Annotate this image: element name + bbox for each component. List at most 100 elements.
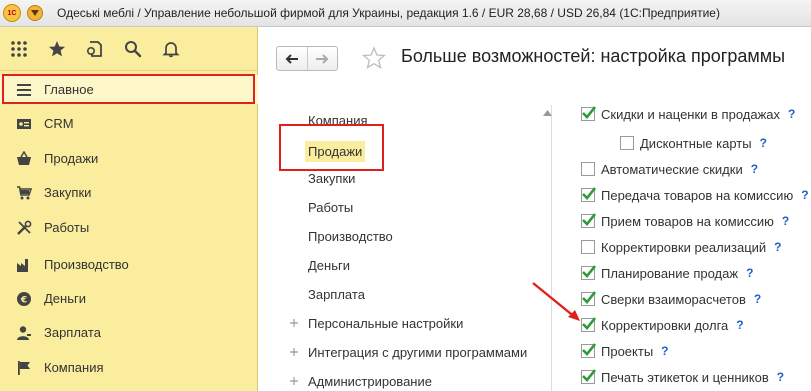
checkbox-checked[interactable] — [581, 317, 596, 332]
forward-button[interactable] — [308, 47, 338, 70]
sidebar-item-label: CRM — [44, 116, 74, 131]
help-link[interactable]: ? — [774, 240, 781, 254]
option-label-printing[interactable]: Печать этикеток и ценников ? — [581, 368, 784, 386]
help-link[interactable]: ? — [777, 370, 784, 384]
section-administration[interactable]: Администрирование — [308, 374, 432, 389]
option-label: Печать этикеток и ценников — [601, 369, 769, 385]
option-label: Планирование продаж — [601, 265, 739, 281]
window-title: Одеські меблі / Управление небольшой фир… — [57, 6, 720, 20]
option-label: Дисконтные карты — [640, 135, 752, 151]
option-commission-out[interactable]: Передача товаров на комиссию ? — [581, 186, 809, 204]
option-sales-planning[interactable]: Планирование продаж ? — [581, 264, 753, 282]
sidebar-item-label: Закупки — [44, 185, 92, 200]
section-sales[interactable]: Продажи — [305, 141, 366, 162]
sidebar-item-label: Зарплата — [44, 325, 101, 340]
person-icon — [15, 324, 33, 342]
options-list: Скидки и наценки в продажах ? Дисконтные… — [568, 105, 811, 391]
star-icon[interactable] — [48, 40, 66, 58]
help-link[interactable]: ? — [754, 292, 761, 306]
help-link[interactable]: ? — [801, 188, 808, 202]
option-reconciliations[interactable]: Сверки взаиморасчетов ? — [581, 290, 761, 308]
search-icon[interactable] — [124, 40, 142, 58]
sidebar-item-label: Продажи — [44, 151, 99, 166]
option-label: Передача товаров на комиссию — [601, 187, 794, 203]
option-auto-discounts[interactable]: Автоматические скидки ? — [581, 160, 758, 178]
option-debt-corrections[interactable]: Корректировки долга ? — [581, 316, 744, 334]
section-company[interactable]: Компания — [308, 113, 368, 128]
sidebar-item-label: Работы — [44, 220, 90, 235]
expand-plus-icon[interactable] — [289, 376, 299, 386]
sidebar-item-crm[interactable]: CRM — [0, 109, 258, 138]
help-link[interactable]: ? — [788, 107, 795, 121]
help-link[interactable]: ? — [782, 214, 789, 228]
sidebar: Главное CRM Продажи Закупки Работы Произ… — [0, 27, 258, 391]
factory-icon — [15, 256, 33, 274]
option-discounts[interactable]: Скидки и наценки в продажах ? — [581, 105, 795, 123]
checkbox-checked[interactable] — [581, 291, 596, 306]
apps-grid-icon[interactable] — [10, 40, 28, 58]
section-personal-settings[interactable]: Персональные настройки — [308, 316, 463, 331]
checkbox-checked[interactable] — [581, 343, 596, 358]
section-money[interactable]: Деньги — [308, 258, 350, 273]
flag-icon — [15, 359, 33, 377]
option-discount-cards[interactable]: Дисконтные карты ? — [620, 134, 767, 152]
checkbox-unchecked[interactable] — [581, 162, 595, 176]
menu-lines-icon — [15, 81, 33, 99]
page-title: Больше возможностей: настройка программы — [401, 46, 786, 66]
sidebar-item-main[interactable]: Главное — [0, 75, 258, 104]
checkbox-checked[interactable] — [581, 213, 596, 228]
sidebar-item-money[interactable]: € Деньги — [0, 284, 258, 313]
option-label: Автоматические скидки — [601, 161, 743, 177]
favorite-star-icon[interactable] — [362, 46, 386, 70]
checkbox-checked[interactable] — [581, 369, 596, 384]
title-bar: 1С Одеські меблі / Управление небольшой … — [0, 0, 811, 27]
option-label: Прием товаров на комиссию — [601, 213, 774, 229]
sidebar-item-purchases[interactable]: Закупки — [0, 178, 258, 207]
help-link[interactable]: ? — [760, 136, 767, 150]
sidebar-item-sales[interactable]: Продажи — [0, 144, 258, 173]
sidebar-item-salary[interactable]: Зарплата — [0, 318, 258, 347]
checkbox-unchecked[interactable] — [581, 240, 595, 254]
help-link[interactable]: ? — [751, 162, 758, 176]
option-commission-in[interactable]: Прием товаров на комиссию ? — [581, 212, 789, 230]
option-label: Корректировки реализаций — [601, 239, 767, 255]
expand-plus-icon[interactable] — [289, 318, 299, 328]
option-label: Скидки и наценки в продажах — [601, 106, 781, 122]
option-sales-corrections[interactable]: Корректировки реализаций ? — [581, 238, 782, 256]
scroll-up-icon[interactable] — [543, 110, 552, 116]
option-label: Сверки взаиморасчетов — [601, 291, 746, 307]
app-logo-icon: 1С — [3, 4, 21, 22]
sidebar-item-label: Главное — [44, 82, 94, 97]
sidebar-toolbar — [0, 27, 257, 71]
section-production[interactable]: Производство — [308, 229, 393, 244]
basket-icon — [15, 150, 33, 168]
sidebar-item-label: Производство — [44, 257, 129, 272]
coin-icon: € — [15, 290, 33, 308]
checkbox-checked[interactable] — [581, 187, 596, 202]
checkbox-checked[interactable] — [581, 106, 596, 121]
help-link[interactable]: ? — [736, 318, 743, 332]
section-works[interactable]: Работы — [308, 200, 353, 215]
help-link[interactable]: ? — [661, 344, 668, 358]
arrow-right-icon — [316, 53, 329, 64]
expand-plus-icon[interactable] — [289, 347, 299, 357]
sidebar-item-works[interactable]: Работы — [0, 213, 258, 242]
id-card-icon — [15, 115, 33, 133]
bell-icon[interactable] — [162, 40, 180, 58]
help-link[interactable]: ? — [746, 266, 753, 280]
checkbox-checked[interactable] — [581, 265, 596, 280]
back-button[interactable] — [277, 47, 308, 70]
sidebar-item-label: Деньги — [44, 291, 86, 306]
section-integration[interactable]: Интеграция с другими программами — [308, 345, 527, 360]
checkbox-unchecked[interactable] — [620, 136, 634, 150]
main-menu-button[interactable] — [27, 5, 43, 21]
history-nav — [276, 46, 338, 71]
sidebar-item-production[interactable]: Производство — [0, 250, 258, 279]
history-icon[interactable] — [86, 40, 104, 58]
cart-icon — [15, 184, 33, 202]
sidebar-item-label: Компания — [44, 360, 104, 375]
option-projects[interactable]: Проекты ? — [581, 342, 669, 360]
section-purchases[interactable]: Закупки — [308, 171, 355, 186]
sidebar-item-company[interactable]: Компания — [0, 353, 258, 382]
section-salary[interactable]: Зарплата — [308, 287, 365, 302]
